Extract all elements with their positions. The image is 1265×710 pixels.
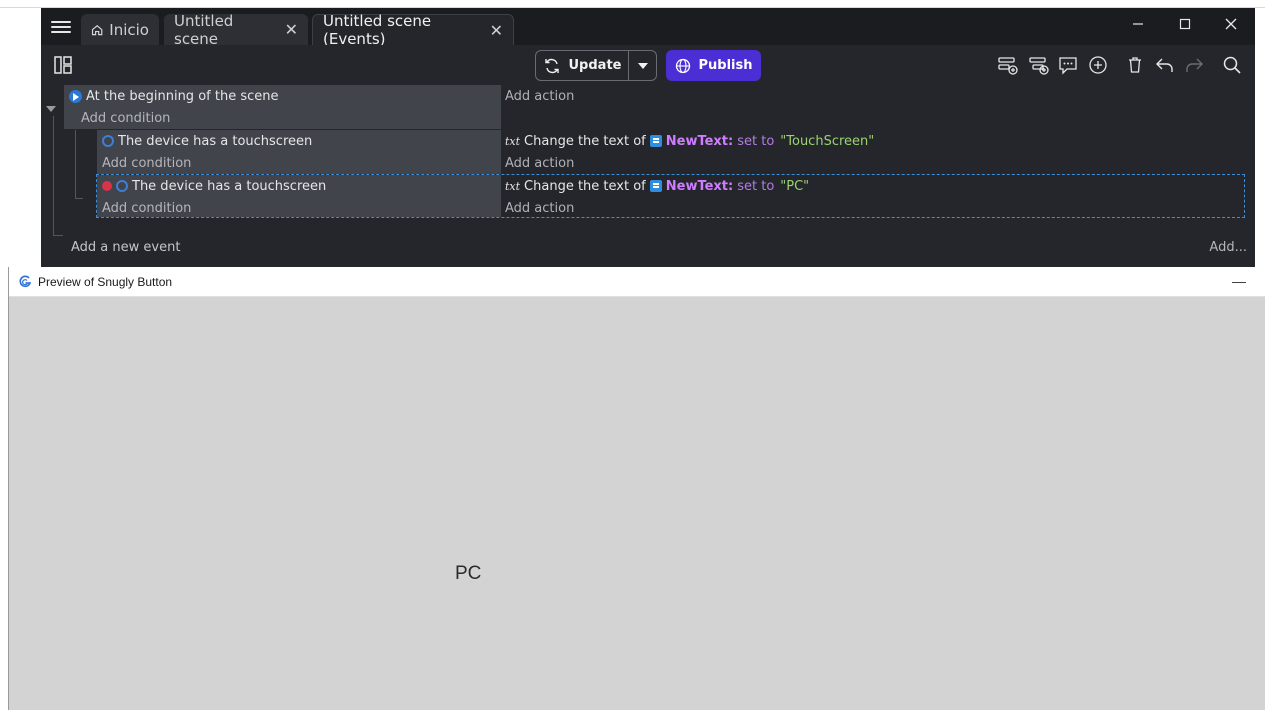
action-row[interactable]: txt Change the text of NewText: set to "… <box>505 130 874 152</box>
text-action-icon: txt <box>505 134 521 148</box>
desktop-top-strip <box>0 0 1265 8</box>
sync-icon <box>544 58 559 73</box>
tab-home[interactable]: Inicio <box>81 14 159 45</box>
maximize-button[interactable] <box>1162 8 1208 40</box>
tree-line <box>53 235 63 236</box>
event-2-actions: txt Change the text of NewText: set to "… <box>505 130 874 174</box>
add-condition-link[interactable]: Add condition <box>97 152 501 174</box>
action-object: NewText: <box>665 133 734 149</box>
action-prefix: Change the text of <box>524 133 646 149</box>
tree-line <box>75 130 76 198</box>
condition-text: At the beginning of the scene <box>86 88 279 104</box>
close-icon[interactable]: ✕ <box>285 20 298 39</box>
preview-window: Preview of Snugly Button — PC <box>8 267 1265 710</box>
selected-event-outline <box>96 174 1245 218</box>
events-sheet: At the beginning of the scene Add condit… <box>41 85 1255 270</box>
search-icon[interactable] <box>1221 54 1243 76</box>
publish-button[interactable]: Publish <box>666 50 761 81</box>
add-new-event-link[interactable]: Add a new event <box>71 240 180 255</box>
add-event-icon[interactable] <box>997 54 1019 76</box>
maximize-icon <box>1179 18 1191 30</box>
editor-window: Inicio Untitled scene ✕ Untitled scene (… <box>41 8 1255 270</box>
tab-scene-label: Untitled scene <box>174 11 234 48</box>
close-window-button[interactable] <box>1208 8 1254 40</box>
device-gear-icon <box>102 135 114 147</box>
condition-row[interactable]: At the beginning of the scene <box>64 85 501 107</box>
update-main-button[interactable]: Update <box>536 51 629 80</box>
tab-scene[interactable]: Untitled scene ✕ <box>164 11 308 48</box>
minimize-button[interactable] <box>1115 8 1161 40</box>
tab-scene-events[interactable]: Untitled scene (Events) ✕ <box>312 12 514 48</box>
menu-icon[interactable] <box>51 18 71 34</box>
update-button: Update <box>535 50 657 81</box>
event-1-actions: Add action <box>505 85 574 107</box>
event-2-conditions[interactable]: The device has a touchscreen Add conditi… <box>97 130 501 174</box>
minimize-icon <box>1133 23 1143 25</box>
trash-icon[interactable] <box>1124 54 1146 76</box>
tab-home-label: Inicio <box>109 20 149 39</box>
tab-events-label: Untitled scene (Events) <box>323 12 432 48</box>
action-operator: set to <box>737 133 775 149</box>
collapse-arrow-icon[interactable] <box>46 106 56 112</box>
update-dropdown-button[interactable] <box>629 62 656 69</box>
add-action-link[interactable]: Add action <box>505 152 874 174</box>
add-circle-icon[interactable] <box>1087 54 1109 76</box>
undo-icon[interactable] <box>1154 54 1176 76</box>
layout-panels-icon[interactable] <box>53 55 73 75</box>
preview-title-bar: Preview of Snugly Button — <box>9 267 1265 297</box>
tree-line <box>75 198 83 199</box>
add-comment-icon[interactable] <box>1057 54 1079 76</box>
close-window-icon <box>1225 18 1237 30</box>
close-icon[interactable]: ✕ <box>490 21 503 40</box>
add-action-link[interactable]: Add action <box>505 85 574 107</box>
condition-text: The device has a touchscreen <box>118 133 313 149</box>
add-more-link[interactable]: Add... <box>1209 240 1247 255</box>
redo-icon[interactable] <box>1183 54 1205 76</box>
text-object-icon <box>649 135 662 147</box>
add-subevent-icon[interactable] <box>1028 54 1050 76</box>
preview-minimize-button[interactable]: — <box>1232 273 1246 289</box>
action-value: "TouchScreen" <box>780 133 875 149</box>
preview-title: Preview of Snugly Button <box>38 274 173 289</box>
chevron-down-icon <box>637 62 648 69</box>
scene-start-icon <box>69 89 82 103</box>
title-bar: Inicio Untitled scene ✕ Untitled scene (… <box>41 8 1255 48</box>
gdevelop-logo-icon <box>19 275 32 287</box>
condition-row[interactable]: The device has a touchscreen <box>97 130 501 152</box>
toolbar: Update Publish <box>41 45 1255 85</box>
add-condition-link[interactable]: Add condition <box>64 107 501 129</box>
update-label: Update <box>568 58 622 73</box>
home-icon <box>91 24 103 35</box>
tree-line <box>53 116 54 236</box>
globe-icon <box>675 58 690 73</box>
publish-label: Publish <box>698 58 753 73</box>
event-1-conditions[interactable]: At the beginning of the scene Add condit… <box>64 85 501 129</box>
canvas-text: PC <box>455 563 482 584</box>
